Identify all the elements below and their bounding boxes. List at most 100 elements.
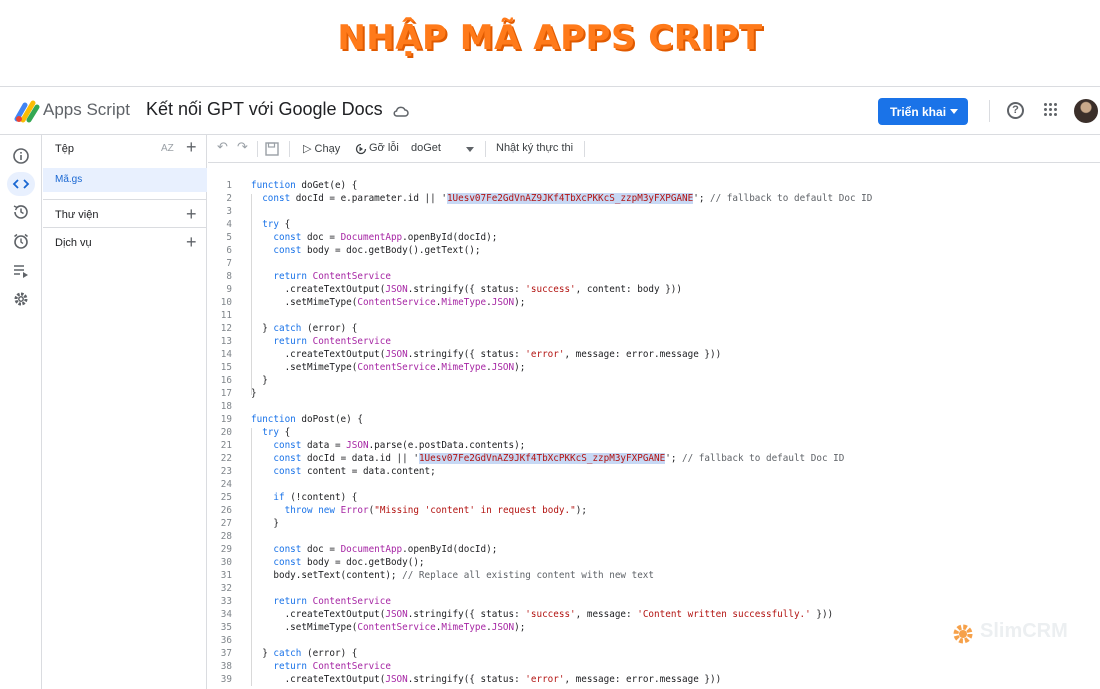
code-line[interactable]: 17} [208,387,1100,400]
google-apps-icon[interactable] [1044,103,1058,117]
line-number: 5 [226,232,232,243]
code-line[interactable]: 33 return ContentService [208,595,1100,608]
code-line[interactable]: 30 const body = doc.getBody(); [208,556,1100,569]
add-service-icon[interactable]: + [186,233,197,251]
code-line[interactable]: 18 [208,400,1100,413]
line-text: } catch (error) { [251,648,358,659]
code-line[interactable]: 24 [208,478,1100,491]
debug-icon[interactable] [355,143,367,155]
editor-code-icon[interactable] [7,172,35,196]
file-item[interactable]: Mã.gs [43,168,207,192]
add-file-icon[interactable]: + [186,138,197,156]
code-line[interactable]: 27 } [208,517,1100,530]
code-line[interactable]: 8 return ContentService [208,270,1100,283]
code-line[interactable]: 14 .createTextOutput(JSON.stringify({ st… [208,348,1100,361]
code-line[interactable]: 20 try { [208,426,1100,439]
code-line[interactable]: 1 function doGet(e) { [208,179,1100,192]
line-text: const doc = DocumentApp.openById(docId); [273,544,498,555]
line-number: 18 [220,401,232,412]
deploy-button[interactable]: Triển khai [878,98,968,125]
line-number: 14 [220,349,232,360]
slimcrm-gear-icon [953,624,973,644]
line-text: } catch (error) { [251,323,358,334]
execution-log-button[interactable]: Nhật ký thực thi [496,142,573,154]
code-line[interactable]: 21 const data = JSON.parse(e.postData.co… [208,439,1100,452]
line-text: throw new Error("Missing 'content' in re… [284,505,587,516]
executions-list-icon[interactable] [11,261,31,281]
left-nav [0,135,42,689]
code-line[interactable]: 26 throw new Error("Missing 'content' in… [208,504,1100,517]
code-line[interactable]: 37 } catch (error) { [208,647,1100,660]
project-title[interactable]: Kết nối GPT với Google Docs [146,99,383,120]
run-button[interactable]: ▷ Chạy [303,142,340,155]
code-line[interactable]: 23 const content = data.content; [208,465,1100,478]
code-line[interactable]: 11 [208,309,1100,322]
code-line[interactable]: 32 [208,582,1100,595]
overview-info-icon[interactable] [11,146,31,166]
code-line[interactable]: 39 .createTextOutput(JSON.stringify({ st… [208,673,1100,686]
code-line[interactable]: 12 } catch (error) { [208,322,1100,335]
code-line[interactable]: 7 [208,257,1100,270]
avatar[interactable] [1074,99,1098,123]
code-line[interactable]: 15 .setMimeType(ContentService.MimeType.… [208,361,1100,374]
line-text: const body = doc.getBody(); [273,557,425,568]
line-text: } [251,518,279,529]
settings-gear-icon[interactable] [11,289,31,309]
code-line[interactable]: 13 return ContentService [208,335,1100,348]
code-line[interactable]: 16 } [208,374,1100,387]
line-text: .createTextOutput(JSON.stringify({ statu… [251,349,722,360]
line-text: const body = doc.getBody().getText(); [273,245,481,256]
triggers-alarm-icon[interactable] [11,231,31,251]
sort-az-icon[interactable]: AZ [161,143,174,154]
line-number: 12 [220,323,232,334]
code-line[interactable]: 3 [208,205,1100,218]
line-text: if (!content) { [273,492,358,503]
chevron-down-icon[interactable] [466,147,474,152]
cloud-saved-icon [393,106,409,117]
function-select[interactable]: doGet [411,142,441,154]
line-number: 15 [220,362,232,373]
line-number: 26 [220,505,232,516]
code-line[interactable]: 29 const doc = DocumentApp.openById(docI… [208,543,1100,556]
app-name[interactable]: Apps Script [43,100,130,120]
code-line[interactable]: 9 .createTextOutput(JSON.stringify({ sta… [208,283,1100,296]
code-line[interactable]: 38 return ContentService [208,660,1100,673]
code-line[interactable]: 22 const docId = data.id || '1Uesv07Fe2G… [208,452,1100,465]
code-line[interactable]: 31 body.setText(content); // Replace all… [208,569,1100,582]
help-icon[interactable]: ? [1007,102,1024,119]
line-number: 32 [220,583,232,594]
code-line[interactable]: 28 [208,530,1100,543]
line-number: 13 [220,336,232,347]
code-area[interactable]: 1 function doGet(e) {2 const docId = e.pa… [208,179,1100,689]
line-number: 20 [220,427,232,438]
redo-icon[interactable]: ↷ [237,139,248,155]
debug-button[interactable]: Gỡ lỗi [369,142,399,154]
line-number: 19 [220,414,232,425]
line-text: .setMimeType(ContentService.MimeType.JSO… [251,362,526,373]
deploy-dropdown-icon[interactable] [950,109,958,114]
line-number: 17 [220,388,232,399]
code-line[interactable]: 19 function doPost(e) { [208,413,1100,426]
line-number: 29 [220,544,232,555]
save-icon[interactable] [265,142,279,156]
code-line[interactable]: 5 const doc = DocumentApp.openById(docId… [208,231,1100,244]
code-line[interactable]: 34 .createTextOutput(JSON.stringify({ st… [208,608,1100,621]
line-text: try { [262,427,291,438]
line-number: 38 [220,661,232,672]
code-editor: ↶ ↷ ▷ Chạy Gỡ lỗi doGet Nhật ký thực thi… [208,135,1100,689]
services-section: Dịch vụ + [43,227,207,255]
history-icon[interactable] [11,202,31,222]
line-number: 25 [220,492,232,503]
files-header: Tệp AZ + [43,135,207,163]
undo-icon[interactable]: ↶ [217,139,228,155]
add-library-icon[interactable]: + [186,205,197,223]
line-text: return ContentService [273,661,391,672]
apps-script-logo-icon[interactable] [14,99,40,123]
code-line[interactable]: 10 .setMimeType(ContentService.MimeType.… [208,296,1100,309]
watermark-text: SlimCRM [980,620,1068,642]
code-line[interactable]: 6 const body = doc.getBody().getText(); [208,244,1100,257]
code-line[interactable]: 2 const docId = e.parameter.id || '1Uesv… [208,192,1100,205]
line-text: return ContentService [273,336,391,347]
code-line[interactable]: 25 if (!content) { [208,491,1100,504]
code-line[interactable]: 4 try { [208,218,1100,231]
